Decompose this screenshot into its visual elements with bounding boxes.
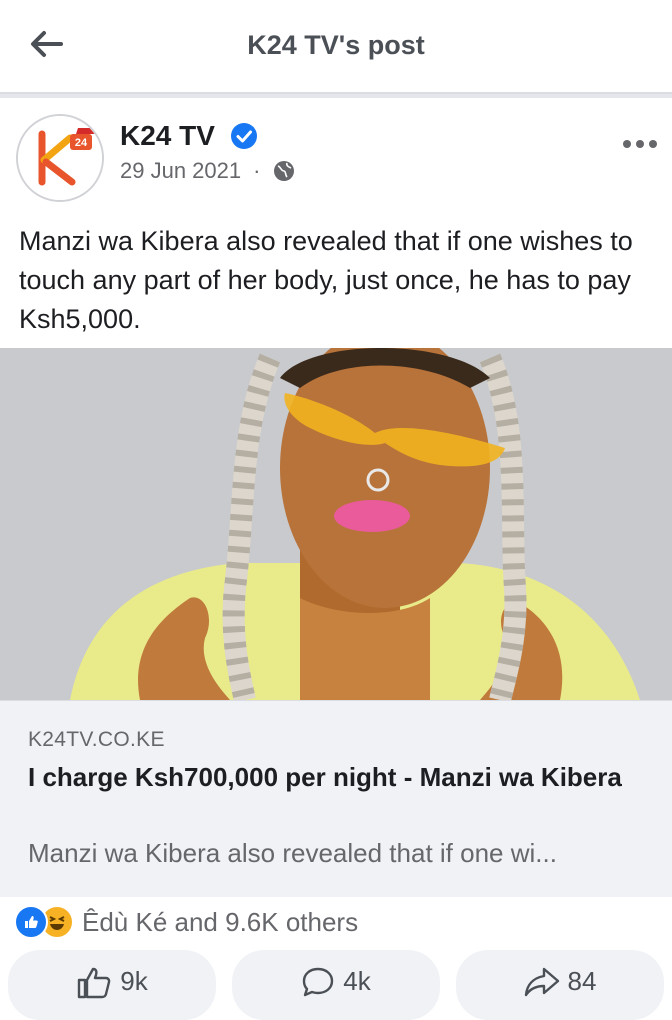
thumbs-up-icon [78, 967, 111, 999]
comment-button[interactable]: 4k [232, 950, 440, 1020]
share-count: 84 [567, 966, 597, 996]
reaction-summary[interactable]: Êdù Ké and 9.6K others [14, 902, 358, 942]
divider [0, 94, 672, 98]
like-count: 9k [120, 966, 148, 996]
share-button[interactable]: 84 [456, 950, 664, 1020]
link-description: Manzi wa Kibera also revealed that if on… [28, 838, 557, 868]
post-image[interactable] [0, 348, 672, 700]
share-icon [524, 967, 559, 997]
avatar[interactable]: 24 [16, 114, 104, 202]
reaction-text: Êdù Ké and 9.6K others [82, 906, 359, 937]
meta-separator: · [253, 158, 261, 183]
post-date[interactable]: 29 Jun 2021 [120, 158, 241, 184]
globe-icon [274, 161, 295, 181]
like-button[interactable]: 9k [8, 950, 216, 1020]
action-bar: 9k 4k 84 [0, 950, 672, 1020]
link-domain: K24TV.CO.KE [28, 728, 165, 751]
author-name[interactable]: K24 TV [120, 120, 215, 152]
page-title: K24 TV's post [247, 30, 425, 60]
link-title[interactable]: I charge Ksh700,000 per night - Manzi wa… [28, 758, 638, 797]
comment-count: 4k [343, 966, 371, 996]
comment-icon [303, 967, 334, 997]
post-meta: 29 Jun 2021 · [120, 158, 296, 184]
verified-badge-icon [230, 122, 258, 150]
more-options-icon[interactable] [620, 134, 660, 154]
top-bar: K24 TV's post [0, 0, 672, 94]
avatar-badge: 24 [75, 137, 88, 149]
post-text: Manzi wa Kibera also revealed that if on… [19, 226, 633, 334]
like-icon [14, 905, 48, 939]
k24-logo-icon: 24 [18, 116, 102, 200]
